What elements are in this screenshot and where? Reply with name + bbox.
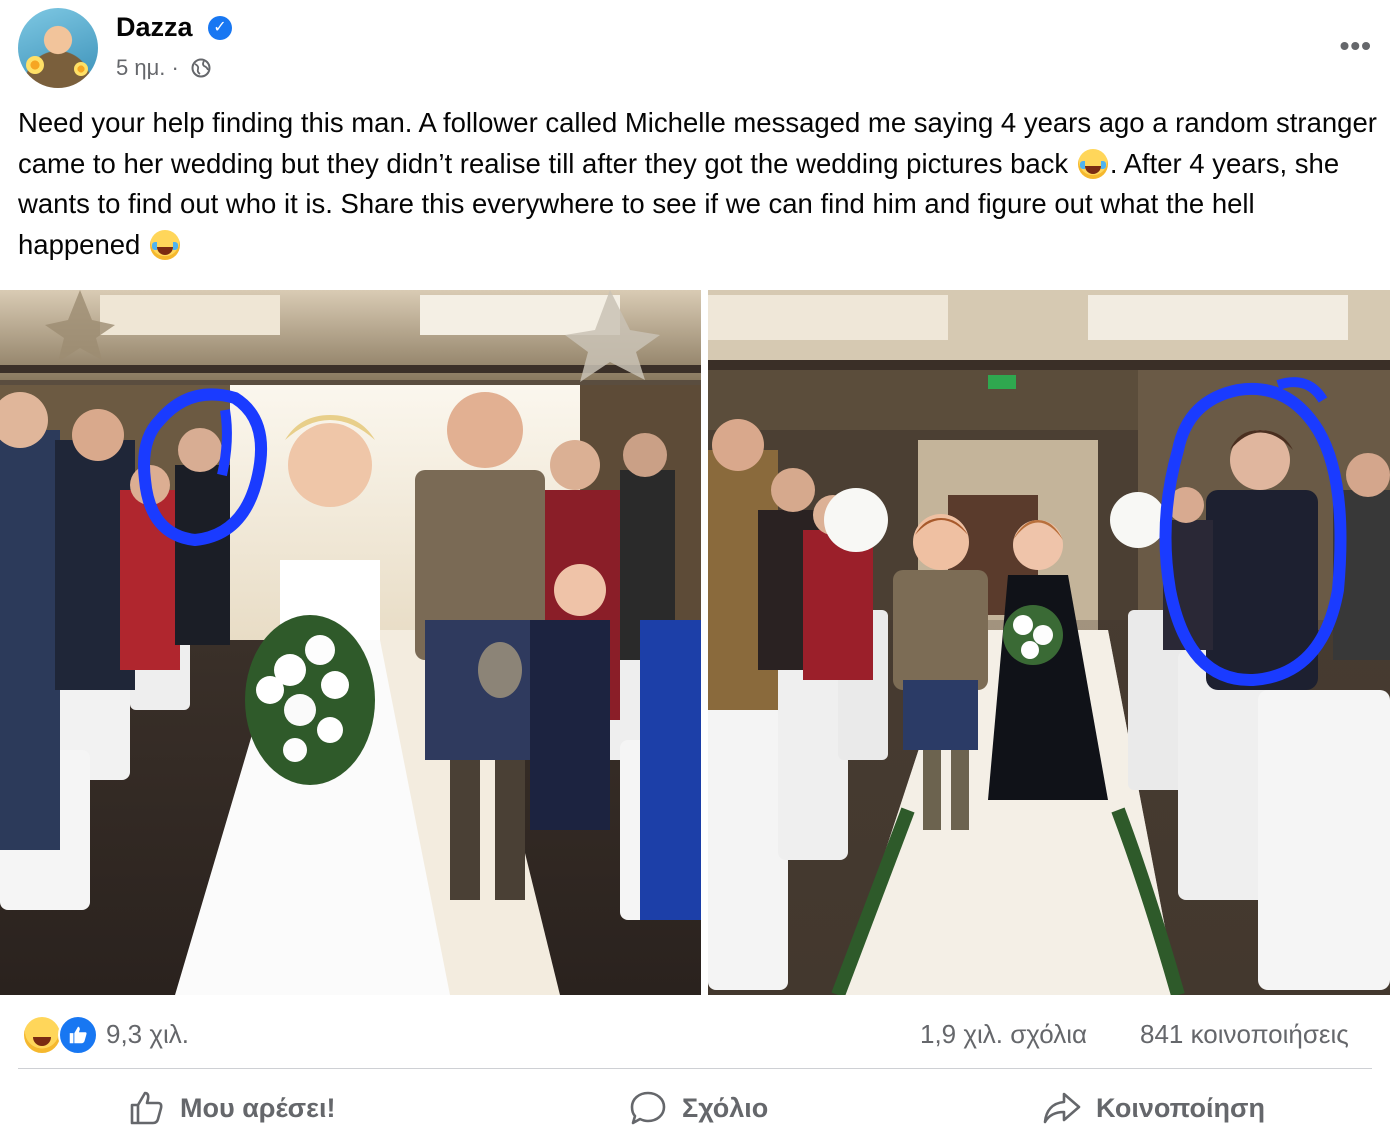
post-timestamp[interactable]: 5 ημ.	[116, 55, 165, 81]
like-label: Μου αρέσει!	[180, 1092, 336, 1123]
comment-count[interactable]: 1,9 χιλ. σχόλια	[920, 1019, 1087, 1050]
author-avatar[interactable]	[18, 8, 98, 88]
globe-icon[interactable]	[191, 58, 211, 78]
like-button[interactable]: Μου αρέσει!	[126, 1080, 335, 1136]
comment-label: Σχόλιο	[682, 1092, 769, 1123]
divider	[18, 1068, 1372, 1069]
daffodil-decoration	[26, 56, 44, 74]
daffodil-decoration	[74, 62, 88, 76]
meta-separator: ·	[171, 55, 179, 81]
laughing-emoji-icon	[150, 229, 180, 260]
share-arrow-icon	[1043, 1092, 1081, 1124]
post-text: Need your help finding this man. A follo…	[18, 103, 1378, 265]
author-name[interactable]: Dazza	[116, 12, 193, 43]
thumbs-up-icon	[69, 1026, 87, 1044]
share-count[interactable]: 841 κοινοποιήσεις	[1140, 1019, 1349, 1050]
thumbs-up-icon	[130, 1091, 163, 1125]
comment-button[interactable]: Σχόλιο	[628, 1080, 768, 1136]
wedding-photo-right[interactable]	[708, 290, 1390, 995]
haha-reaction-icon[interactable]	[22, 1015, 62, 1055]
post-stats: 9,3 χιλ. 1,9 χιλ. σχόλια 841 κοινοποιήσε…	[0, 1005, 1390, 1061]
verified-badge-icon: ✓	[208, 16, 232, 40]
more-options-icon[interactable]: •••	[1340, 30, 1372, 62]
post-header: Dazza ✓ 5 ημ. · •••	[18, 8, 1372, 88]
like-reaction-icon[interactable]	[58, 1015, 98, 1055]
post-meta: 5 ημ. ·	[116, 54, 211, 81]
reaction-count[interactable]: 9,3 χιλ.	[106, 1019, 189, 1050]
comment-bubble-icon	[630, 1091, 666, 1125]
share-label: Κοινοποίηση	[1096, 1092, 1266, 1123]
share-button[interactable]: Κοινοποίηση	[1042, 1080, 1265, 1136]
wedding-photo-left[interactable]	[0, 290, 701, 995]
laughing-emoji-icon	[1077, 148, 1108, 179]
